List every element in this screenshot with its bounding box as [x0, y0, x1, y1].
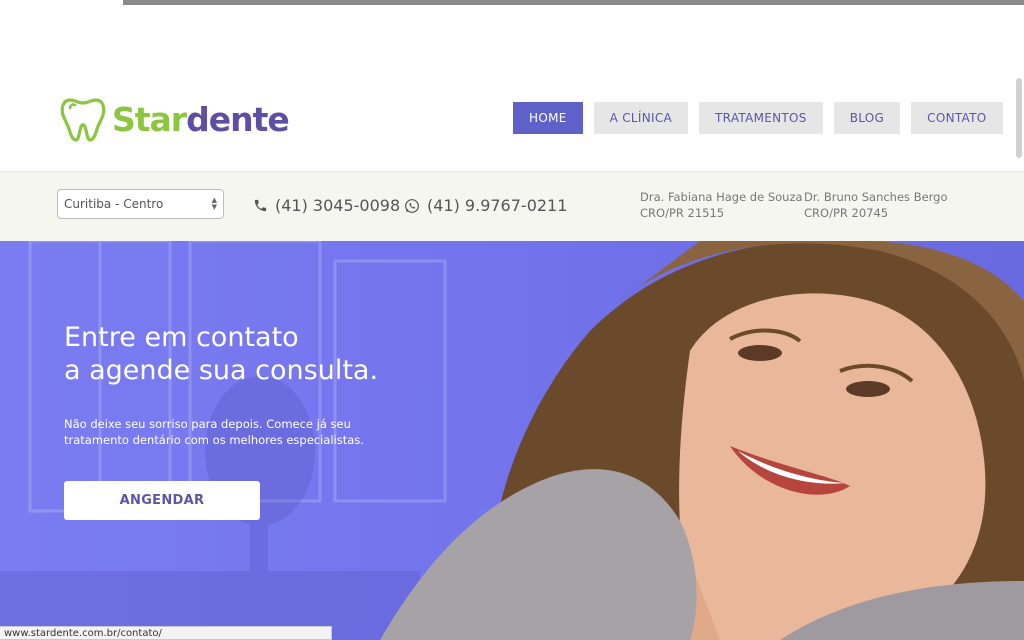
- site-header: Stardente HOME A CLÍNICA TRATAMENTOS BLO…: [0, 75, 1024, 172]
- location-select-value: Curitiba - Centro: [64, 197, 164, 211]
- hero-title-line: a agende sua consulta.: [64, 355, 379, 386]
- doctor-name: Dr. Bruno Sanches Bergo: [804, 190, 948, 204]
- hero-banner: Entre em contato a agende sua consulta. …: [0, 241, 1024, 640]
- whatsapp-number[interactable]: (41) 9.9767-0211: [404, 196, 567, 215]
- location-select[interactable]: Curitiba - Centro ▲ ▼: [57, 189, 224, 219]
- info-bar: Curitiba - Centro ▲ ▼ (41) 3045-0098 (41)…: [0, 172, 1024, 241]
- doctor-info: Dra. Fabiana Hage de Souza CRO/PR 21515: [640, 189, 803, 221]
- hero-title: Entre em contato a agende sua consulta.: [64, 321, 378, 387]
- browser-top-bar: [123, 0, 1024, 5]
- nav-home[interactable]: HOME: [513, 102, 583, 134]
- schedule-button[interactable]: ANGENDAR: [64, 481, 260, 520]
- select-arrows-icon: ▲ ▼: [211, 196, 217, 211]
- doctor-cro: CRO/PR 21515: [640, 206, 725, 220]
- hero-subtitle: Não deixe seu sorriso para depois. Comec…: [64, 417, 364, 447]
- status-bar-url: www.stardente.com.br/contato/: [0, 626, 332, 640]
- doctor-cro: CRO/PR 20745: [804, 206, 889, 220]
- doctor-info: Dr. Bruno Sanches Bergo CRO/PR 20745: [804, 189, 948, 221]
- nav-blog[interactable]: BLOG: [833, 102, 901, 134]
- doctor-name: Dra. Fabiana Hage de Souza: [640, 190, 803, 204]
- phone-number-text: (41) 3045-0098: [275, 196, 401, 215]
- logo[interactable]: Stardente: [60, 96, 290, 142]
- phone-icon: [254, 199, 267, 212]
- logo-text: Stardente: [112, 99, 290, 139]
- phone-number[interactable]: (41) 3045-0098: [253, 196, 400, 215]
- whatsapp-icon: [405, 198, 419, 213]
- tooth-logo-icon: [60, 98, 106, 142]
- logo-text-dente: dente: [186, 99, 290, 139]
- main-nav: HOME A CLÍNICA TRATAMENTOS BLOG CONTATO: [513, 102, 1003, 134]
- page-scrollbar[interactable]: [1016, 78, 1022, 158]
- nav-contato[interactable]: CONTATO: [911, 102, 1003, 134]
- logo-text-star: Star: [112, 99, 187, 139]
- hero-title-line: Entre em contato: [64, 322, 299, 353]
- nav-a-clinica[interactable]: A CLÍNICA: [593, 102, 689, 134]
- whatsapp-number-text: (41) 9.9767-0211: [427, 196, 568, 215]
- nav-tratamentos[interactable]: TRATAMENTOS: [699, 102, 823, 134]
